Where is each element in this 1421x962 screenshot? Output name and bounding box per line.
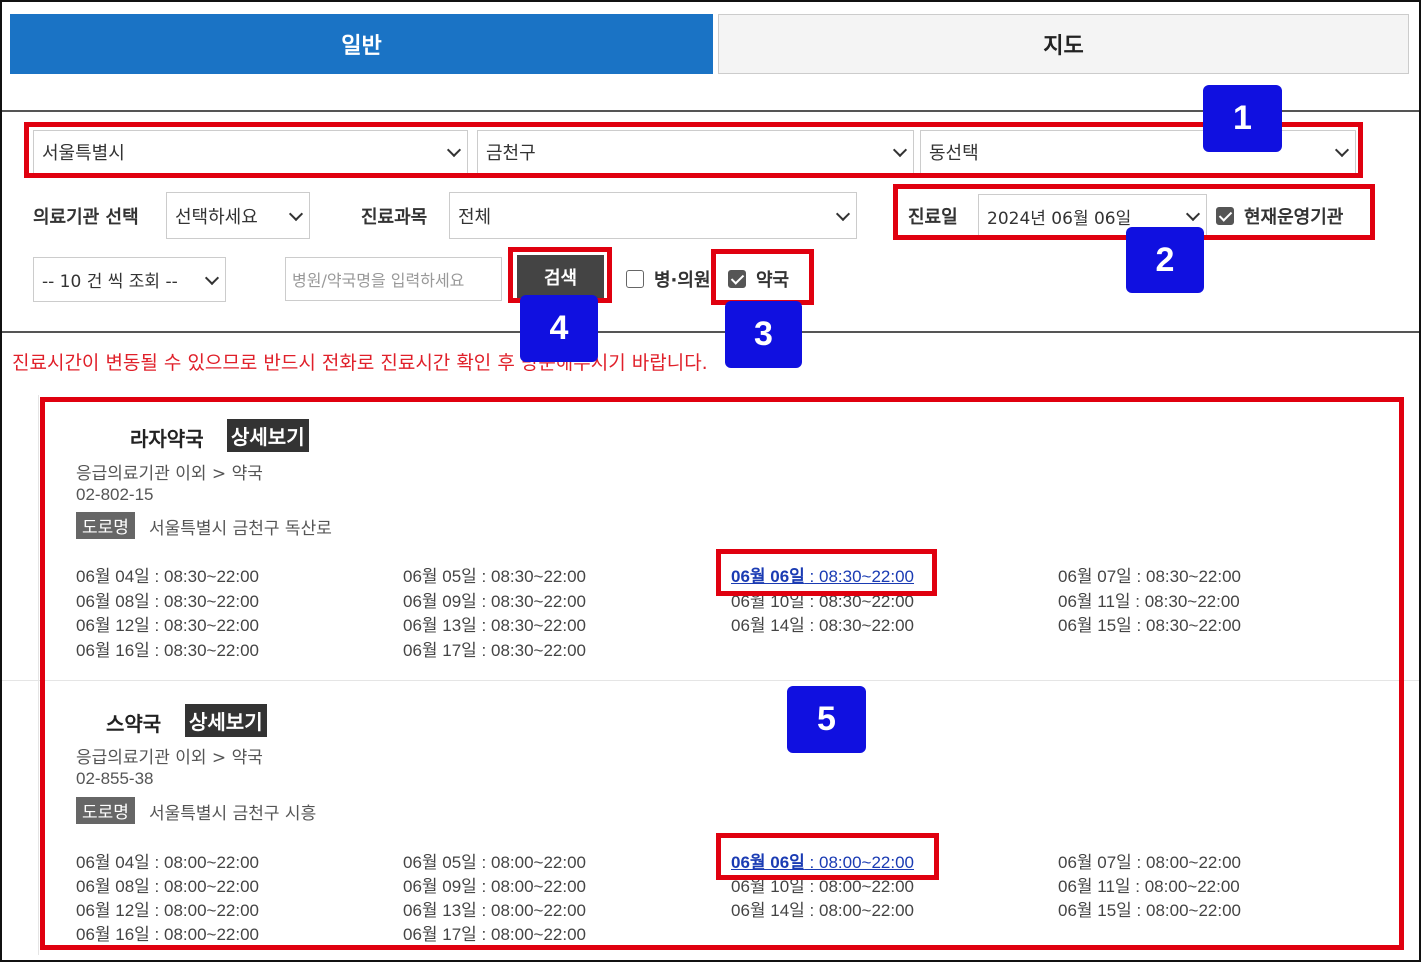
search-input[interactable]: 병원/약국명을 입력하세요: [285, 257, 502, 301]
chevron-down-icon: [204, 270, 220, 285]
institution-select[interactable]: 선택하세요: [166, 192, 310, 239]
badge-4: 4: [520, 295, 598, 362]
tab-map[interactable]: 지도: [718, 14, 1409, 74]
hospital-checkbox[interactable]: [626, 270, 644, 288]
divider: [2, 331, 1419, 333]
chevron-down-icon: [288, 206, 304, 221]
badge-3: 3: [725, 301, 802, 368]
institution-label: 의료기관 선택: [33, 207, 139, 228]
page-size-value: -- 10 건 씩 조회 --: [42, 272, 178, 292]
department-select-value: 전체: [458, 206, 492, 228]
department-label: 진료과목: [361, 207, 428, 228]
institution-select-value: 선택하세요: [175, 206, 258, 228]
highlight-today-hours: [716, 549, 937, 596]
badge-1: 1: [1203, 85, 1282, 152]
search-input-placeholder: 병원/약국명을 입력하세요: [292, 271, 465, 290]
highlight-today-hours: [716, 833, 939, 880]
list-border: [38, 395, 39, 955]
badge-5: 5: [787, 686, 866, 753]
hospital-label: 병·의원: [654, 270, 711, 291]
page-size-select[interactable]: -- 10 건 씩 조회 --: [33, 257, 226, 302]
notice-text: 진료시간이 변동될 수 있으므로 반드시 전화로 진료시간 확인 후 방문해주시…: [12, 352, 708, 374]
tab-general[interactable]: 일반: [10, 14, 713, 74]
highlight-pharmacy-checkbox: [711, 249, 814, 305]
badge-2: 2: [1126, 227, 1204, 293]
department-select[interactable]: 전체: [449, 192, 857, 239]
highlight-region-selects: [24, 122, 1363, 178]
chevron-down-icon: [835, 206, 851, 221]
